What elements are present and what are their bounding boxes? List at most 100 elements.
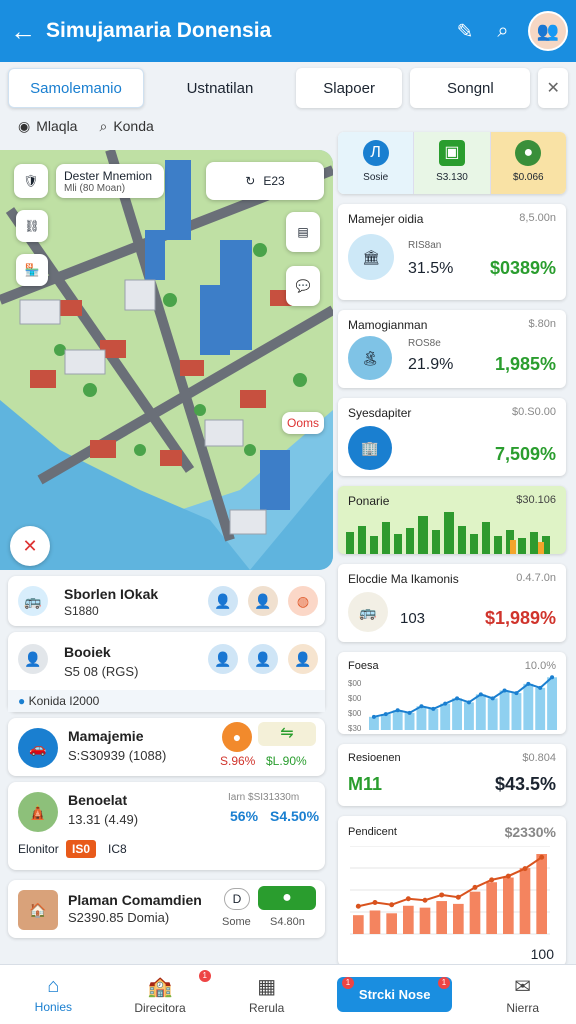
shield-icon[interactable]: 🛡 [14,164,48,198]
city-map[interactable]: 🛡 Dester Mnemion Mli (80 Moan) ↻ E23 ⛓ 🏪 … [0,150,333,570]
chart-footer: 100 [530,946,554,962]
chart-bar [535,687,546,730]
school-icon: 🏫 [147,976,173,998]
card-title: Plaman Comamdien [68,892,202,908]
stat-card-6[interactable]: Resioenen $0.804 M11 $43.5% [338,744,566,806]
chart-point [490,696,495,701]
nav-label: Honies [34,1000,73,1014]
nav-action[interactable]: 1 1 Strcki Nose [320,977,469,1012]
d-badge: D [224,888,250,910]
list-card-4[interactable]: 🏠 Plaman Comamdien S2390.85 Domia) D ● S… [8,880,325,938]
chart-bar [369,910,381,934]
card-pill[interactable]: ⇋ [258,722,316,746]
nav-directory[interactable]: 1 🏫 Direcitora [107,970,214,1015]
chart-card-blue[interactable]: Foesa 10.0% $00 $00 $00 $30 [338,652,566,734]
tab-0[interactable]: Samolemanio [8,68,144,108]
card-value-2: S4.50% [270,808,320,824]
car-icon: 🚗 [18,728,58,768]
chart-bar [380,714,391,730]
stat-title: Syesdapiter [348,406,412,420]
card-note-text: Konida I2000 [28,694,100,708]
chart-point [455,894,461,900]
chart-point [407,710,412,715]
building-icon: 🏠 [18,890,58,930]
app-title: Simujamaria Donensia [46,19,272,42]
stat-top: 10.0% [524,660,556,672]
chart-ticks: $00 $00 $00 $30 [348,676,361,736]
list-card-1[interactable]: 👤 Booiek S5 08 (RGS) 👤 👤 👤 ● Konida I200… [8,632,325,712]
card-title: Benoelat [68,792,128,808]
chart-point [419,704,424,709]
chart-bar [464,702,474,730]
nav-label: Direcitora [134,1001,186,1015]
chart-bar [353,915,364,934]
document-icon[interactable]: ▤ [286,212,320,252]
stat-big: 31.5% [408,260,454,277]
summary-0[interactable]: Л Sosie [338,132,415,194]
search-icon[interactable]: ⌕ [484,20,522,43]
chart-point [455,696,460,701]
chart-card-orange[interactable]: Pendicent $2330% 100 [338,816,566,966]
stat-card-2[interactable]: Syesdapiter $0.S0.00 🏢 7,509% [338,398,566,476]
stat-card-4[interactable]: Elocdie Ma Ikamonis 0.4.7.0n 🚌 103 $1,98… [338,564,566,642]
back-arrow-icon[interactable]: ← [0,16,46,47]
chart-point [550,675,555,680]
card-sub: S5 08 (RGS) [64,664,139,679]
toggle-button[interactable]: ● [258,886,316,910]
map-value-chip[interactable]: ↻ E23 [206,162,324,200]
chart-bar [452,698,462,730]
chart-point [514,691,519,696]
stat-card-0[interactable]: Mamejer oidia 8,5.00n 🏛 RIS8an 31.5% $03… [338,204,566,300]
card-tag-label: Elonitor [18,842,59,856]
chart-bar [403,905,414,934]
stat-title: Resioenen [348,752,401,764]
summary-2[interactable]: ● $0.066 [490,132,566,194]
area-chart [369,675,557,730]
mail-icon: ✉ [514,976,532,998]
stat-card-3[interactable]: Ponarie $30.106 [338,486,566,554]
store-icon[interactable]: 🏪 [16,254,48,286]
stat-card-1[interactable]: Mamogianman $.80n 🏝 ROS8e 21.9% 1,985% [338,310,566,388]
nav-calendar[interactable]: ▦ Rerula [213,974,320,1015]
filter-search[interactable]: ⌕ Konda [99,118,153,135]
museum-icon: 🏛 [348,234,394,280]
stat-accent: 7,509% [494,444,556,464]
chart-bar [386,913,397,934]
chart-bar [440,703,451,730]
avatar: 👤 [248,586,278,616]
tick-label: $00 [348,679,362,688]
summary-1[interactable]: ▣ S3.130 [414,132,491,194]
close-map-icon[interactable]: ✕ [10,526,50,566]
nav-home[interactable]: ⌂ Honies [0,975,107,1014]
chart-bar [536,854,547,934]
tab-1[interactable]: Ustnatilan [152,68,288,108]
link-icon[interactable]: ⛓ [16,210,48,242]
filter-label: Konda [113,118,154,134]
profile-avatar[interactable]: 👥 [528,11,568,51]
card-note: ● Konida I2000 [8,690,325,712]
map-illustration [0,150,333,570]
chat-icon[interactable]: 💬 [286,266,320,306]
card-value-1: 56% [230,808,259,824]
close-icon[interactable]: ✕ [538,68,568,108]
chart-bar [523,683,534,730]
filter-location[interactable]: ◉ Mlaqla [18,118,77,135]
action-button[interactable]: Strcki Nose [336,977,453,1012]
chart-point [422,897,428,903]
avatar: 👤 [248,644,278,674]
chart-bar [547,677,557,730]
tab-3[interactable]: Songnl [410,68,531,108]
chart-point [489,877,495,883]
chart-bar [404,712,415,730]
coin-icon: ● [222,722,252,752]
edit-icon[interactable]: ✎ [446,19,484,44]
card-tag-after: IC8 [108,842,127,856]
list-card-3[interactable]: 🛕 Benoelat 13.31 (4.49) Iarn $SI31330m 5… [8,782,325,870]
tab-2[interactable]: Slapoer [295,68,403,108]
nav-mail[interactable]: ✉ Nierra [469,974,576,1015]
list-card-2[interactable]: 🚗 Mamajemie S:S30939 (1088) ● ⇋ S.96% $L… [8,718,325,776]
map-pin-label[interactable]: Ooms [282,412,324,434]
stat-big: 103 [400,610,426,627]
list-card-0[interactable]: 🚌 Sborlen IOkak S1880 👤 👤 ◍ [8,576,325,626]
stat-accent: $43.5% [494,774,556,794]
